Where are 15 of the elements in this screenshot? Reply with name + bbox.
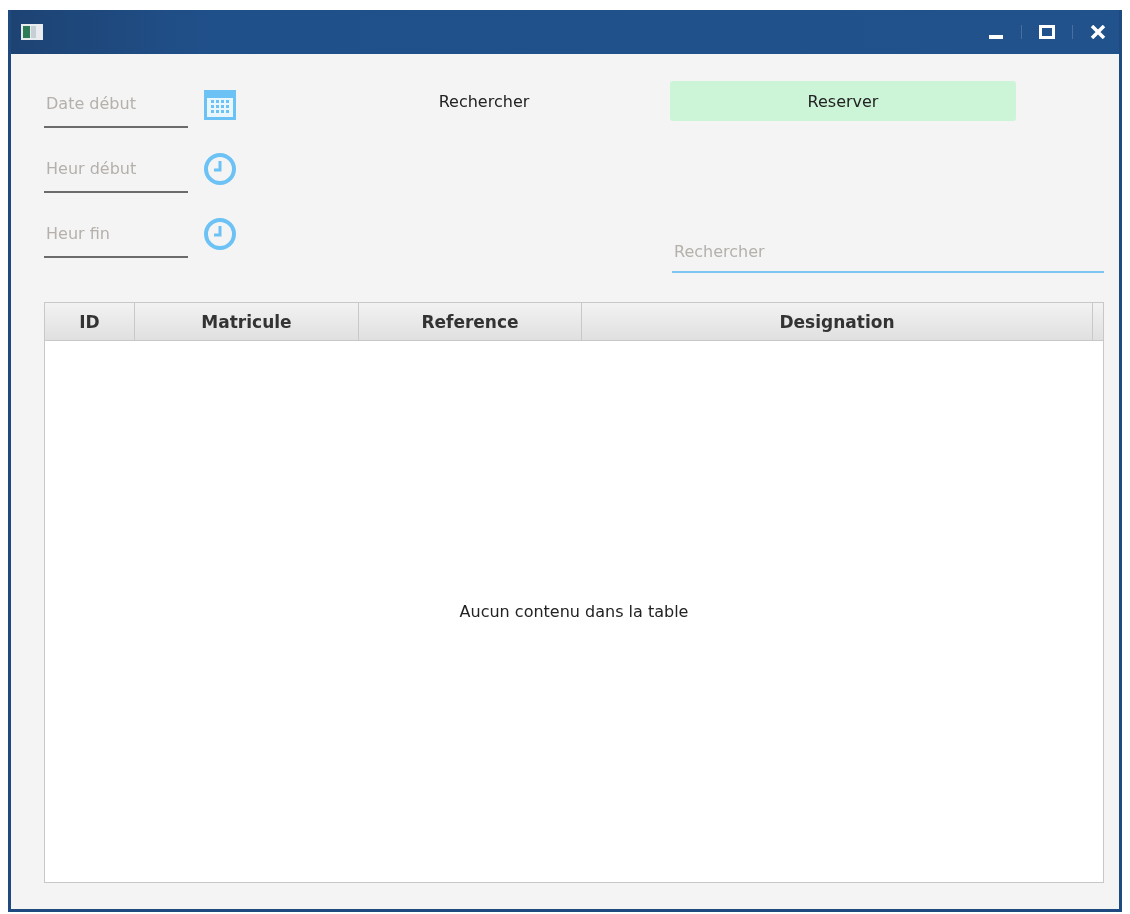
column-header[interactable]: Matricule — [135, 303, 359, 340]
time-field[interactable]: Heur début — [44, 145, 188, 193]
reserve-button[interactable]: Reserver — [670, 81, 1016, 121]
search-field[interactable]: Rechercher — [672, 232, 1104, 273]
maximize-icon — [1039, 25, 1055, 39]
close-icon — [1090, 25, 1106, 39]
empty-message: Aucun contenu dans la table — [459, 602, 689, 621]
maximize-button[interactable] — [1036, 23, 1058, 41]
minimize-icon — [989, 35, 1003, 39]
date-field[interactable]: Date début — [44, 80, 188, 128]
column-header[interactable]: ID — [45, 303, 135, 340]
column-header[interactable]: Reference — [359, 303, 582, 340]
app-icon — [21, 24, 43, 40]
search-button[interactable]: Rechercher — [424, 82, 544, 120]
time-field[interactable]: Heur fin — [44, 210, 188, 258]
